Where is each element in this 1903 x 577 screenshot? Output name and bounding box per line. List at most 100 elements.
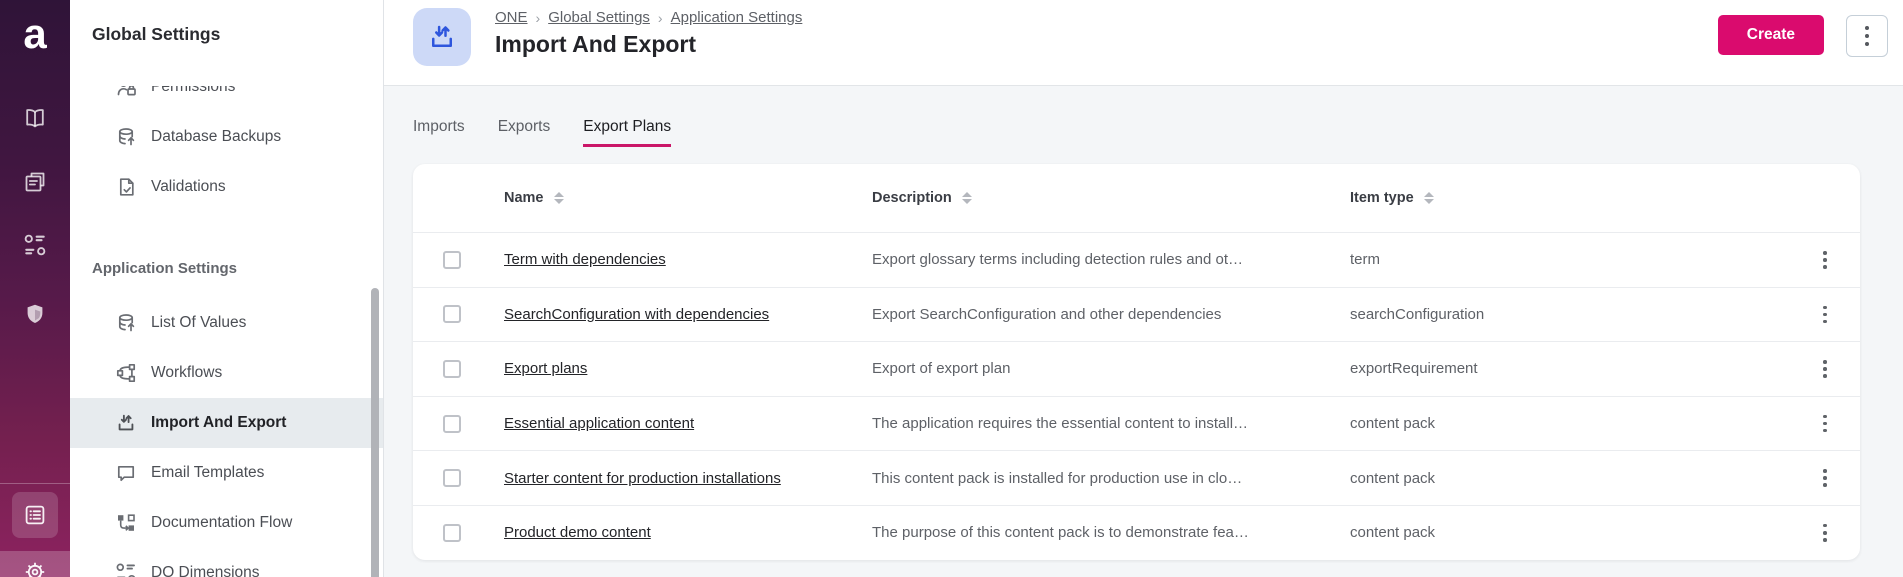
sidebar-item-label: Import And Export <box>151 414 286 432</box>
column-header-item-type[interactable]: Item type <box>1350 190 1790 206</box>
row-description: Export of export plan <box>872 360 1350 377</box>
column-header-description[interactable]: Description <box>872 190 1350 206</box>
tab-export-plans[interactable]: Export Plans <box>583 118 671 147</box>
sidebar-scroll-viewport: Permissions Database Backups Validations… <box>70 86 383 577</box>
sidebar-item-do-dimensions[interactable]: DO Dimensions <box>70 548 383 577</box>
tab-exports[interactable]: Exports <box>498 118 551 147</box>
workflow-icon <box>115 362 137 384</box>
row-name-link[interactable]: Term with dependencies <box>504 251 872 268</box>
row-kebab-menu-button[interactable] <box>1817 518 1833 548</box>
sort-icon[interactable] <box>962 192 972 204</box>
app-root: a Global Settings Permissions Database B… <box>0 0 1903 577</box>
sidebar-item-label: Email Templates <box>151 464 264 482</box>
sidebar-scrollbar-thumb[interactable] <box>371 288 379 577</box>
table-row: Export plans Export of export plan expor… <box>413 341 1860 396</box>
flow-icon <box>115 512 137 534</box>
row-kebab-menu-button[interactable] <box>1817 409 1833 439</box>
row-checkbox[interactable] <box>443 360 461 378</box>
table-row: Product demo content The purpose of this… <box>413 505 1860 560</box>
row-item-type: term <box>1350 251 1790 268</box>
row-description: The application requires the essential c… <box>872 415 1350 432</box>
row-name-link[interactable]: SearchConfiguration with dependencies <box>504 306 872 323</box>
breadcrumb-separator: › <box>658 10 663 26</box>
row-item-type: exportRequirement <box>1350 360 1790 377</box>
sidebar-item-documentation-flow[interactable]: Documentation Flow <box>70 498 383 548</box>
sort-icon[interactable] <box>1424 192 1434 204</box>
sidebar-item-workflows[interactable]: Workflows <box>70 348 383 398</box>
breadcrumb: ONE › Global Settings › Application Sett… <box>495 9 802 26</box>
sidebar-item-import-and-export[interactable]: Import And Export <box>70 398 383 448</box>
kebab-dot <box>1865 26 1869 30</box>
breadcrumb-link-global-settings[interactable]: Global Settings <box>548 9 650 26</box>
sidebar-title: Global Settings <box>92 24 220 45</box>
import-export-icon <box>115 412 137 434</box>
sidebar-nav-list: Permissions Database Backups Validations… <box>70 86 383 577</box>
book-icon[interactable] <box>23 106 47 130</box>
table-row: Starter content for production installat… <box>413 450 1860 505</box>
sidebar-item-label: Documentation Flow <box>151 514 292 532</box>
tab-imports[interactable]: Imports <box>413 118 465 147</box>
settings-sidebar: Global Settings Permissions Database Bac… <box>70 0 384 577</box>
sidebar-item-email-templates[interactable]: Email Templates <box>70 448 383 498</box>
row-checkbox[interactable] <box>443 415 461 433</box>
row-kebab-menu-button[interactable] <box>1817 245 1833 275</box>
sidebar-item-list-of-values[interactable]: List Of Values <box>70 298 383 348</box>
row-kebab-menu-button[interactable] <box>1817 463 1833 493</box>
user-lock-icon <box>115 86 137 98</box>
table-row: Term with dependencies Export glossary t… <box>413 232 1860 287</box>
database-up-icon <box>115 312 137 334</box>
app-rail: a <box>0 0 70 577</box>
admin-list-icon[interactable] <box>23 503 47 527</box>
create-button[interactable]: Create <box>1718 15 1824 55</box>
doc-check-icon <box>115 176 137 198</box>
row-item-type: searchConfiguration <box>1350 306 1790 323</box>
breadcrumb-link-application-settings[interactable]: Application Settings <box>671 9 803 26</box>
dimensions-icon[interactable] <box>23 233 47 257</box>
row-name-link[interactable]: Essential application content <box>504 415 872 432</box>
row-name-link[interactable]: Starter content for production installat… <box>504 470 872 487</box>
catalog-pages-icon[interactable] <box>23 170 47 194</box>
table-header-row: Name Description Item type <box>413 164 1860 232</box>
breadcrumb-separator: › <box>536 10 541 26</box>
sidebar-item-label: Validations <box>151 178 226 196</box>
row-checkbox[interactable] <box>443 524 461 542</box>
row-checkbox[interactable] <box>443 305 461 323</box>
sidebar-item-database-backups[interactable]: Database Backups <box>70 112 383 162</box>
row-item-type: content pack <box>1350 470 1790 487</box>
sidebar-item-validations[interactable]: Validations <box>70 162 383 212</box>
page-header: ONE › Global Settings › Application Sett… <box>384 0 1903 85</box>
row-checkbox[interactable] <box>443 469 461 487</box>
brand-logo[interactable]: a <box>0 8 70 60</box>
chat-icon <box>115 462 137 484</box>
row-item-type: content pack <box>1350 524 1790 541</box>
header-kebab-menu-button[interactable] <box>1846 15 1888 57</box>
database-up-icon <box>115 126 137 148</box>
sidebar-item-label: DO Dimensions <box>151 564 260 577</box>
gear-icon[interactable] <box>23 560 47 577</box>
table-row: SearchConfiguration with dependencies Ex… <box>413 287 1860 342</box>
column-header-name[interactable]: Name <box>504 190 872 206</box>
table-row: Essential application content The applic… <box>413 396 1860 451</box>
sidebar-item-label: List Of Values <box>151 314 246 332</box>
row-item-type: content pack <box>1350 415 1790 432</box>
row-name-link[interactable]: Export plans <box>504 360 872 377</box>
export-plans-table: Name Description Item type Term with dep… <box>413 164 1860 560</box>
sort-icon[interactable] <box>554 192 564 204</box>
tab-bar: Imports Exports Export Plans <box>413 118 671 147</box>
kebab-dot <box>1865 42 1869 46</box>
row-kebab-menu-button[interactable] <box>1817 300 1833 330</box>
row-kebab-menu-button[interactable] <box>1817 354 1833 384</box>
dimensions-icon <box>115 562 137 577</box>
sidebar-item-permissions[interactable]: Permissions <box>70 86 383 112</box>
breadcrumb-link-one[interactable]: ONE <box>495 9 528 26</box>
sidebar-item-label: Workflows <box>151 364 222 382</box>
kebab-dot <box>1865 34 1869 38</box>
row-checkbox[interactable] <box>443 251 461 269</box>
row-description: Export glossary terms including detectio… <box>872 251 1350 268</box>
row-description: The purpose of this content pack is to d… <box>872 524 1350 541</box>
row-name-link[interactable]: Product demo content <box>504 524 872 541</box>
shield-icon[interactable] <box>23 302 47 326</box>
sidebar-item-label: Permissions <box>151 86 235 96</box>
import-export-icon <box>427 22 457 52</box>
page-title: Import And Export <box>495 31 696 58</box>
